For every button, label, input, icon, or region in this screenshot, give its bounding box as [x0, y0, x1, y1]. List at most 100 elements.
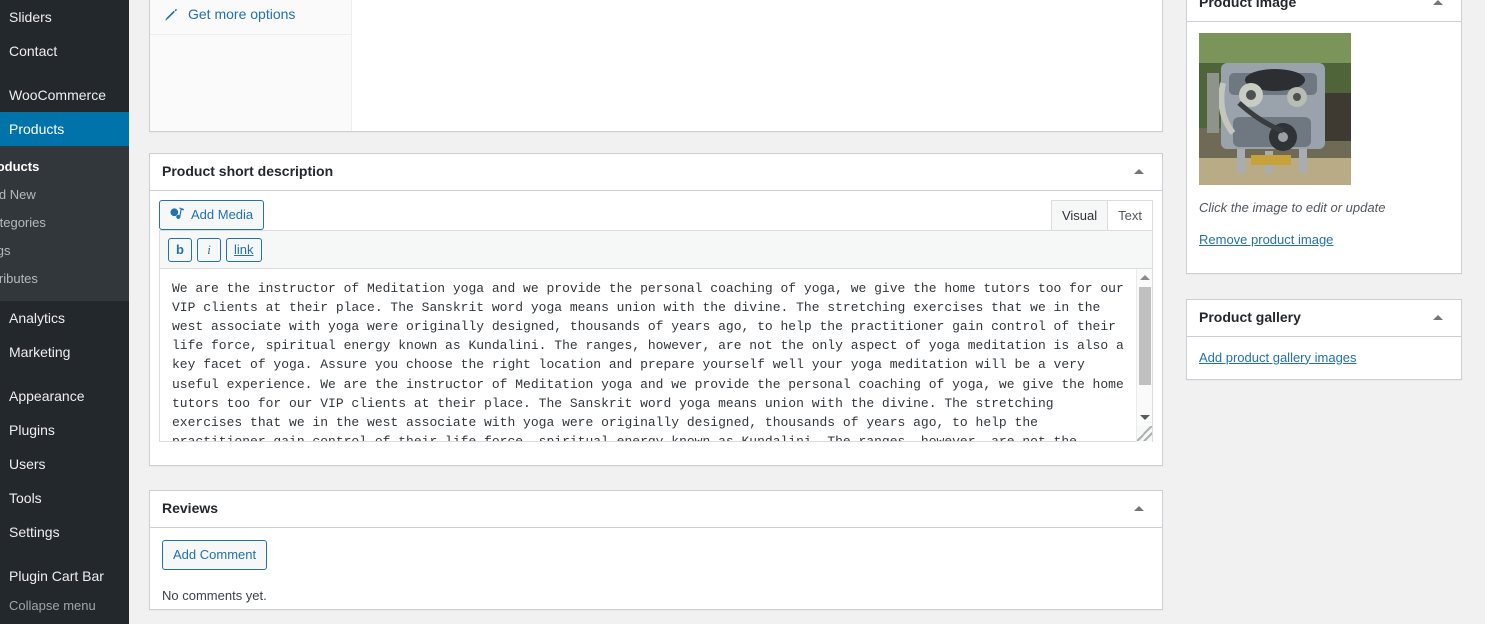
media-icon: [168, 206, 186, 224]
link-button[interactable]: link: [226, 237, 262, 262]
sidebar-subitem-label: Attributes: [0, 271, 38, 286]
product-data-tabs-wrap: Attributes Advanced: [150, 0, 1162, 131]
tab-text-label: Text: [1118, 207, 1142, 223]
sidebar-item-label: Plugin Cart Bar: [9, 568, 104, 584]
scrollbar-thumb[interactable]: [1139, 286, 1151, 385]
add-gallery-images-link[interactable]: Add product gallery images: [1199, 350, 1357, 365]
chevron-up-icon: [1433, 0, 1443, 5]
quicktags-toolbar: b i link: [159, 229, 1153, 269]
add-comment-label: Add Comment: [173, 546, 257, 562]
sidebar-separator: [0, 369, 129, 379]
product-image-hint: Click the image to edit or update: [1199, 199, 1386, 215]
sidebar-subitem-label: Tags: [0, 243, 11, 258]
short-description-header: Product short description: [150, 154, 1162, 191]
short-description-title: Product short description: [162, 163, 334, 179]
admin-sidebar: Sliders Contact WooCommerce Products Pro…: [0, 0, 129, 624]
editor-top-toolbar: Add Media Visual Text: [150, 190, 1162, 230]
sidebar-item-plugins[interactable]: Plugins: [0, 413, 129, 447]
sidebar-item-woocommerce[interactable]: WooCommerce: [0, 78, 129, 112]
product-gallery-title: Product gallery: [1199, 309, 1301, 325]
product-data-tab-list: Attributes Advanced: [150, 0, 352, 131]
chevron-up-icon: [1134, 168, 1144, 174]
sidebar-item-settings[interactable]: Settings: [0, 515, 129, 549]
sidebar-item-users[interactable]: Users: [0, 447, 129, 481]
reviews-body: Add Comment No comments yet.: [150, 528, 1162, 617]
sidebar-item-marketing[interactable]: Marketing: [0, 335, 129, 369]
sidebar-item-label: Contact: [9, 43, 58, 59]
plug-icon: [164, 7, 179, 22]
collapse-menu-button[interactable]: Collapse menu: [0, 589, 129, 624]
main-content-area: Attributes Advanced: [129, 0, 1485, 624]
sidebar-item-contact[interactable]: Contact: [0, 34, 129, 68]
no-comments-text: No comments yet.: [162, 587, 267, 603]
sidebar-item-label: Appearance: [9, 388, 85, 404]
add-media-label: Add Media: [191, 206, 254, 222]
sidebar-item-label: WooCommerce: [9, 87, 106, 103]
sidebar-item-analytics[interactable]: Analytics: [0, 301, 129, 335]
sidebar-item-label: Plugins: [9, 422, 55, 438]
sidebar-item-plugin-cart-bar[interactable]: Plugin Cart Bar: [0, 559, 129, 593]
editor-scrollbar[interactable]: [1136, 268, 1152, 442]
sidebar-subitem-attributes[interactable]: Attributes: [0, 265, 129, 293]
scroll-up-icon[interactable]: [1140, 274, 1150, 280]
product-short-description-panel: Product short description Add Media Visu…: [149, 153, 1163, 466]
remove-product-image-link[interactable]: Remove product image: [1199, 231, 1333, 249]
link-label: link: [234, 241, 254, 257]
toggle-product-image-panel[interactable]: [1423, 0, 1453, 15]
bold-label: b: [176, 241, 184, 257]
reviews-panel: Reviews Add Comment No comments yet.: [149, 490, 1163, 610]
editor-resize-handle[interactable]: [1137, 425, 1152, 441]
short-description-textarea[interactable]: We are the instructor of Meditation yoga…: [159, 268, 1153, 442]
sidebar-subitem-tags[interactable]: Tags: [0, 237, 129, 265]
add-comment-button[interactable]: Add Comment: [162, 539, 268, 570]
italic-button[interactable]: i: [197, 237, 221, 262]
toggle-product-gallery-panel[interactable]: [1423, 306, 1453, 330]
collapse-menu-label: Collapse menu: [9, 598, 96, 613]
editor-area: We are the instructor of Meditation yoga…: [159, 268, 1153, 442]
product-data-panel-content: [352, 0, 1162, 131]
sidebar-subitem-label: Add New: [0, 187, 36, 202]
sidebar-item-label: Products: [9, 121, 65, 137]
product-data-panel: Attributes Advanced: [149, 0, 1163, 132]
sidebar-item-sliders[interactable]: Sliders: [0, 0, 129, 34]
editor-mode-tabs: Visual Text: [1050, 199, 1153, 230]
sidebar-submenu-products: Products Add New Categories Tags Attribu…: [0, 146, 129, 301]
toggle-short-description-panel[interactable]: [1124, 160, 1154, 184]
sidebar-item-products[interactable]: Products: [0, 112, 129, 146]
product-image-header: Product image: [1187, 0, 1461, 22]
sidebar-separator: [0, 549, 129, 559]
sidebar-subitem-label: Categories: [0, 215, 46, 230]
remove-product-image-label: Remove product image: [1199, 231, 1334, 247]
tab-get-more-options[interactable]: Get more options: [150, 0, 351, 35]
sidebar-subitem-label: Products: [0, 159, 40, 174]
product-gallery-panel: Product gallery Add product gallery imag…: [1186, 299, 1462, 380]
tab-get-more-options-link[interactable]: Get more options: [150, 0, 351, 34]
sidebar-item-appearance[interactable]: Appearance: [0, 379, 129, 413]
sidebar-item-label: Tools: [9, 490, 42, 506]
chevron-up-icon: [1134, 505, 1144, 511]
tab-text-editor[interactable]: Text: [1107, 199, 1153, 230]
sidebar-item-tools[interactable]: Tools: [0, 481, 129, 515]
product-image-panel: Product image Click the image to edit or…: [1186, 0, 1462, 274]
product-image-body: Click the image to edit or update Remove…: [1187, 22, 1461, 262]
sidebar-item-label: Analytics: [9, 310, 66, 326]
reviews-header: Reviews: [150, 491, 1162, 528]
scroll-down-icon[interactable]: [1140, 414, 1150, 420]
sidebar-item-label: Users: [9, 456, 46, 472]
sidebar-item-label: Marketing: [9, 344, 71, 360]
chevron-up-icon: [1433, 314, 1443, 320]
sidebar-subitem-categories[interactable]: Categories: [0, 209, 129, 237]
bold-button[interactable]: b: [168, 237, 192, 262]
product-gallery-body: Add product gallery images: [1187, 337, 1461, 379]
sidebar-subitem-products[interactable]: Products: [0, 153, 129, 181]
toggle-reviews-panel[interactable]: [1124, 497, 1154, 521]
product-image-title: Product image: [1199, 0, 1297, 10]
tab-visual-editor[interactable]: Visual: [1050, 199, 1109, 230]
product-gallery-header: Product gallery: [1187, 300, 1461, 337]
sidebar-subitem-add-new[interactable]: Add New: [0, 181, 129, 209]
sidebar-item-label: Sliders: [9, 9, 52, 25]
reviews-title: Reviews: [162, 500, 219, 516]
add-media-button[interactable]: Add Media: [159, 199, 265, 230]
product-thumbnail[interactable]: [1199, 32, 1351, 185]
sidebar-separator: [0, 68, 129, 78]
